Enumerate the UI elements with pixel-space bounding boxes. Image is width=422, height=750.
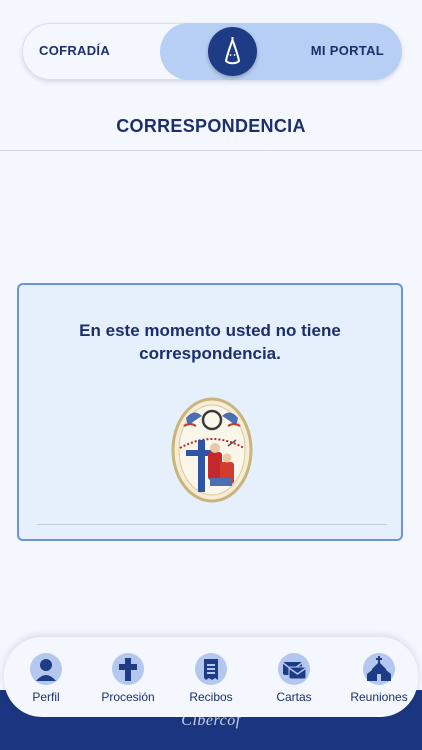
nav-label-reuniones: Reuniones [350,690,408,704]
nav-item-procesion[interactable]: Procesión [86,653,170,709]
nav-label-procesion: Procesión [101,690,155,704]
nav-label-recibos: Recibos [189,690,233,704]
nav-item-recibos[interactable]: Recibos [169,653,253,709]
receipt-icon [195,653,227,685]
bottom-navigation: Perfil Procesión Recibos Cartas Reunione… [4,637,418,717]
hood-icon [225,37,240,65]
empty-correspondence-card: En este momento usted no tiene correspon… [17,283,403,541]
page-title: CORRESPONDENCIA [116,116,306,136]
nav-label-perfil: Perfil [32,690,60,704]
brotherhood-emblem [171,397,253,503]
card-divider [37,524,387,525]
title-divider [0,150,422,151]
nav-item-cartas[interactable]: Cartas [252,653,336,709]
toggle-mi-portal-label[interactable]: MI PORTAL [311,43,384,58]
toggle-cofradia-label[interactable]: COFRADÍA [39,43,110,58]
person-icon [30,653,62,685]
portal-toggle[interactable]: COFRADÍA MI PORTAL [22,23,402,80]
nav-item-reuniones[interactable]: Reuniones [337,653,421,709]
church-icon [363,653,395,685]
cross-icon [112,653,144,685]
nav-label-cartas: Cartas [276,690,312,704]
toggle-knob[interactable] [208,27,257,76]
nav-item-perfil[interactable]: Perfil [4,653,88,709]
empty-state-message: En este momento usted no tiene correspon… [79,321,341,363]
letters-icon [278,653,310,685]
